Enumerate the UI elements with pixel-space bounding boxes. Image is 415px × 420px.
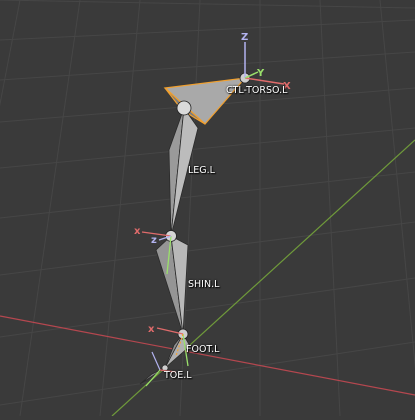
bone-label-foot: FOOT.L — [186, 344, 220, 355]
bone-label-toe: TOE.L — [164, 370, 192, 381]
ankle-x-label: x — [148, 324, 155, 335]
3d-viewport[interactable]: Z X Y x z x CTL-TORSO.L LEG.L SHIN.L FOO… — [0, 0, 415, 417]
bone-label-ctl-torso: CTL-TORSO.L — [226, 85, 288, 96]
bone-label-leg: LEG.L — [188, 165, 215, 176]
knee-x-label: x — [134, 226, 141, 237]
y-axis-cap: Y — [256, 68, 265, 79]
bone-label-shin: SHIN.L — [188, 279, 220, 290]
z-axis-cap: Z — [241, 32, 248, 43]
knee-z-label: z — [151, 235, 157, 246]
